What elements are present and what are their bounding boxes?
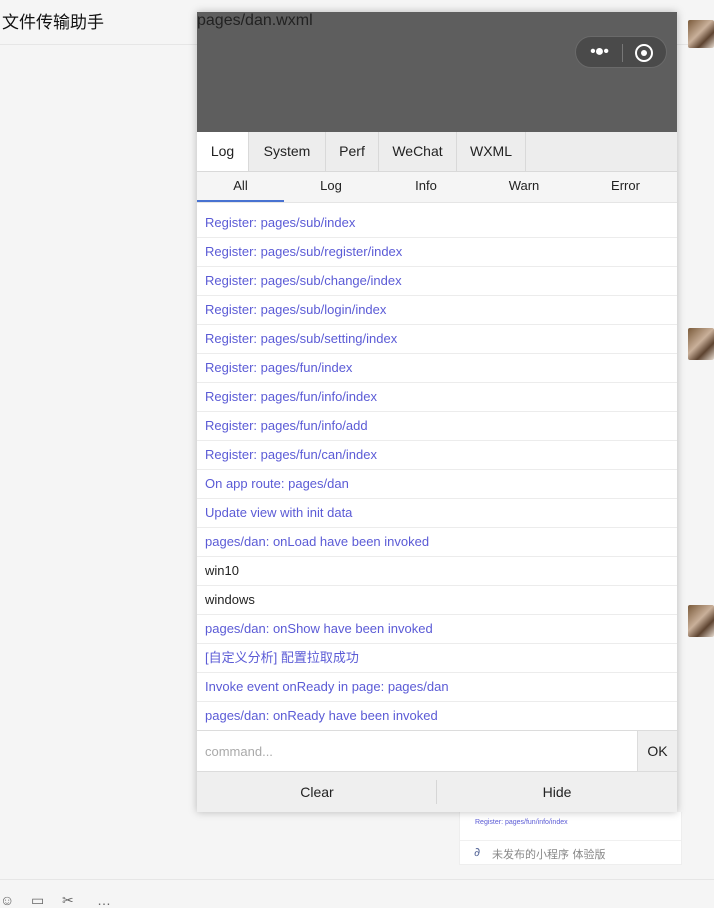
- log-row: Register: pages/fun/info/index: [197, 383, 677, 412]
- mini-program-icon: ∂: [474, 845, 481, 859]
- avatar[interactable]: [688, 328, 714, 360]
- filter-error[interactable]: Error: [574, 172, 677, 202]
- scissors-icon[interactable]: ✂: [62, 892, 78, 908]
- log-row: Register: pages/sub/register/index: [197, 238, 677, 267]
- tab-perf[interactable]: Perf: [326, 132, 379, 171]
- log-row: Register: pages/sub/change/index: [197, 267, 677, 296]
- log-row: pages/dan: onShow have been invoked: [197, 615, 677, 644]
- filter-log[interactable]: Log: [284, 172, 378, 202]
- log-row: pages/dan: onReady have been invoked: [197, 702, 677, 731]
- log-row: Register: pages/sub/setting/index: [197, 325, 677, 354]
- tab-wechat[interactable]: WeChat: [379, 132, 457, 171]
- chat-title: 文件传输助手: [2, 13, 104, 33]
- tab-system[interactable]: System: [249, 132, 326, 171]
- chat-bubble-icon[interactable]: …: [97, 892, 113, 908]
- log-row: Register: pages/fun/info/add: [197, 412, 677, 441]
- vconsole-panel: pages/dan.wxml •●• Log System Perf WeCha…: [197, 12, 677, 812]
- card-log-line: Register: pages/fun/info/index: [475, 819, 568, 826]
- mini-program-card[interactable]: Register: pages/fun/info/index ∂ 未发布的小程序…: [459, 812, 682, 865]
- command-input[interactable]: [197, 731, 637, 771]
- more-icon[interactable]: •●•: [588, 43, 610, 61]
- panel-footer: Clear Hide: [197, 772, 677, 812]
- card-footer: ∂ 未发布的小程序 体验版: [460, 840, 681, 865]
- simulator-area: pages/dan.wxml •●•: [197, 12, 677, 132]
- log-filter-bar: All Log Info Warn Error: [197, 172, 677, 203]
- clear-button[interactable]: Clear: [197, 772, 437, 812]
- log-row: windows: [197, 586, 677, 615]
- log-row: On app route: pages/dan: [197, 470, 677, 499]
- avatar[interactable]: [688, 605, 714, 637]
- input-divider: [0, 879, 714, 880]
- log-row: Invoke event onReady in page: pages/dan: [197, 673, 677, 702]
- emoji-icon[interactable]: ☺: [0, 892, 16, 908]
- log-row: [自定义分析] 配置拉取成功: [197, 644, 677, 673]
- log-row: Update view with init data: [197, 499, 677, 528]
- log-row: pages/dan: onLoad have been invoked: [197, 528, 677, 557]
- avatar[interactable]: [688, 20, 714, 48]
- close-icon[interactable]: [635, 44, 653, 62]
- log-row: Register: pages/fun/can/index: [197, 441, 677, 470]
- filter-all[interactable]: All: [197, 172, 284, 202]
- ok-button[interactable]: OK: [637, 731, 677, 771]
- log-row: Register: pages/sub/login/index: [197, 296, 677, 325]
- log-row: Register: pages/fun/index: [197, 354, 677, 383]
- capsule-divider: [622, 44, 623, 62]
- filter-info[interactable]: Info: [378, 172, 474, 202]
- card-footer-label: 未发布的小程序 体验版: [492, 848, 606, 861]
- capsule-menu: •●•: [575, 36, 667, 68]
- page-path: pages/dan.wxml: [197, 12, 313, 29]
- log-row: Register: pages/sub/index: [197, 209, 677, 238]
- tab-wxml[interactable]: WXML: [457, 132, 526, 171]
- log-row: win10: [197, 557, 677, 586]
- hide-button[interactable]: Hide: [437, 772, 677, 812]
- command-bar: OK: [197, 730, 677, 772]
- tab-bar: Log System Perf WeChat WXML: [197, 132, 677, 172]
- filter-warn[interactable]: Warn: [474, 172, 574, 202]
- tab-log[interactable]: Log: [197, 132, 249, 171]
- folder-icon[interactable]: ▭: [31, 892, 47, 908]
